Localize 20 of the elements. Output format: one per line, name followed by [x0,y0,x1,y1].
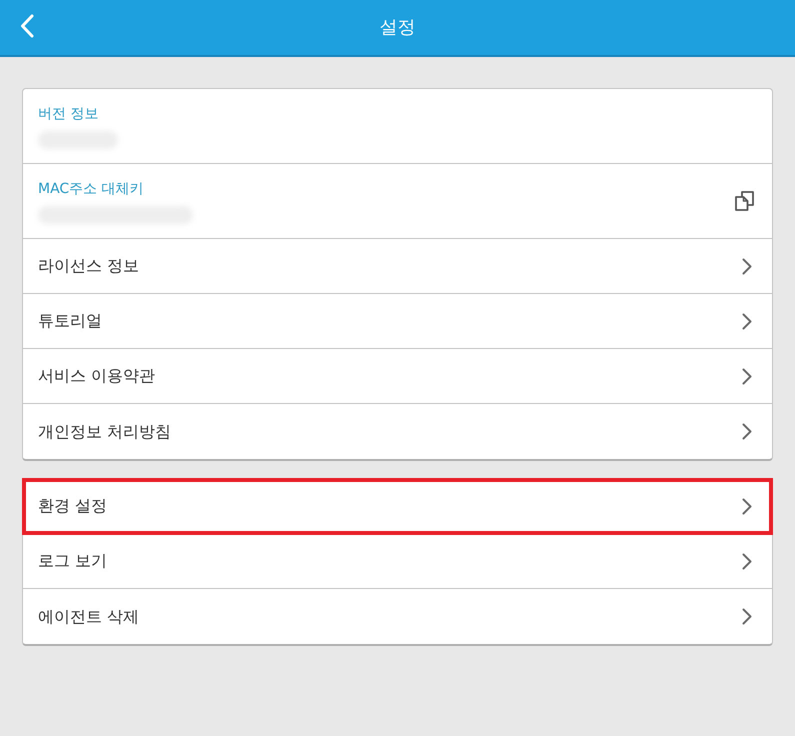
info-label: 버전 정보 [38,105,98,123]
menu-row[interactable]: 서비스 이용약관 [23,349,772,404]
chevron-right-icon [742,608,752,625]
menu-row[interactable]: 개인정보 처리방침 [23,404,772,459]
menu-row[interactable]: 에이전트 삭제 [23,589,772,644]
chevron-right-icon [742,498,752,514]
chevron-right-icon [742,368,752,384]
chevron-right-icon [742,312,752,330]
menu-row[interactable]: 로그 보기 [23,534,772,589]
copy-icon[interactable] [735,191,754,211]
back-button[interactable] [18,12,36,40]
menu-row[interactable]: 튜토리얼 [23,294,772,349]
menu-row[interactable]: 환경 설정 [23,479,772,534]
chevron-right-icon [742,423,752,440]
chevron-right-icon [742,258,752,274]
chevron-right-icon [742,552,752,570]
header-title: 설정 [380,16,416,40]
menu-row[interactable]: 라이선스 정보 [23,239,772,294]
info-label: MAC주소 대체키 [38,180,144,198]
chevron-left-icon [20,14,34,38]
